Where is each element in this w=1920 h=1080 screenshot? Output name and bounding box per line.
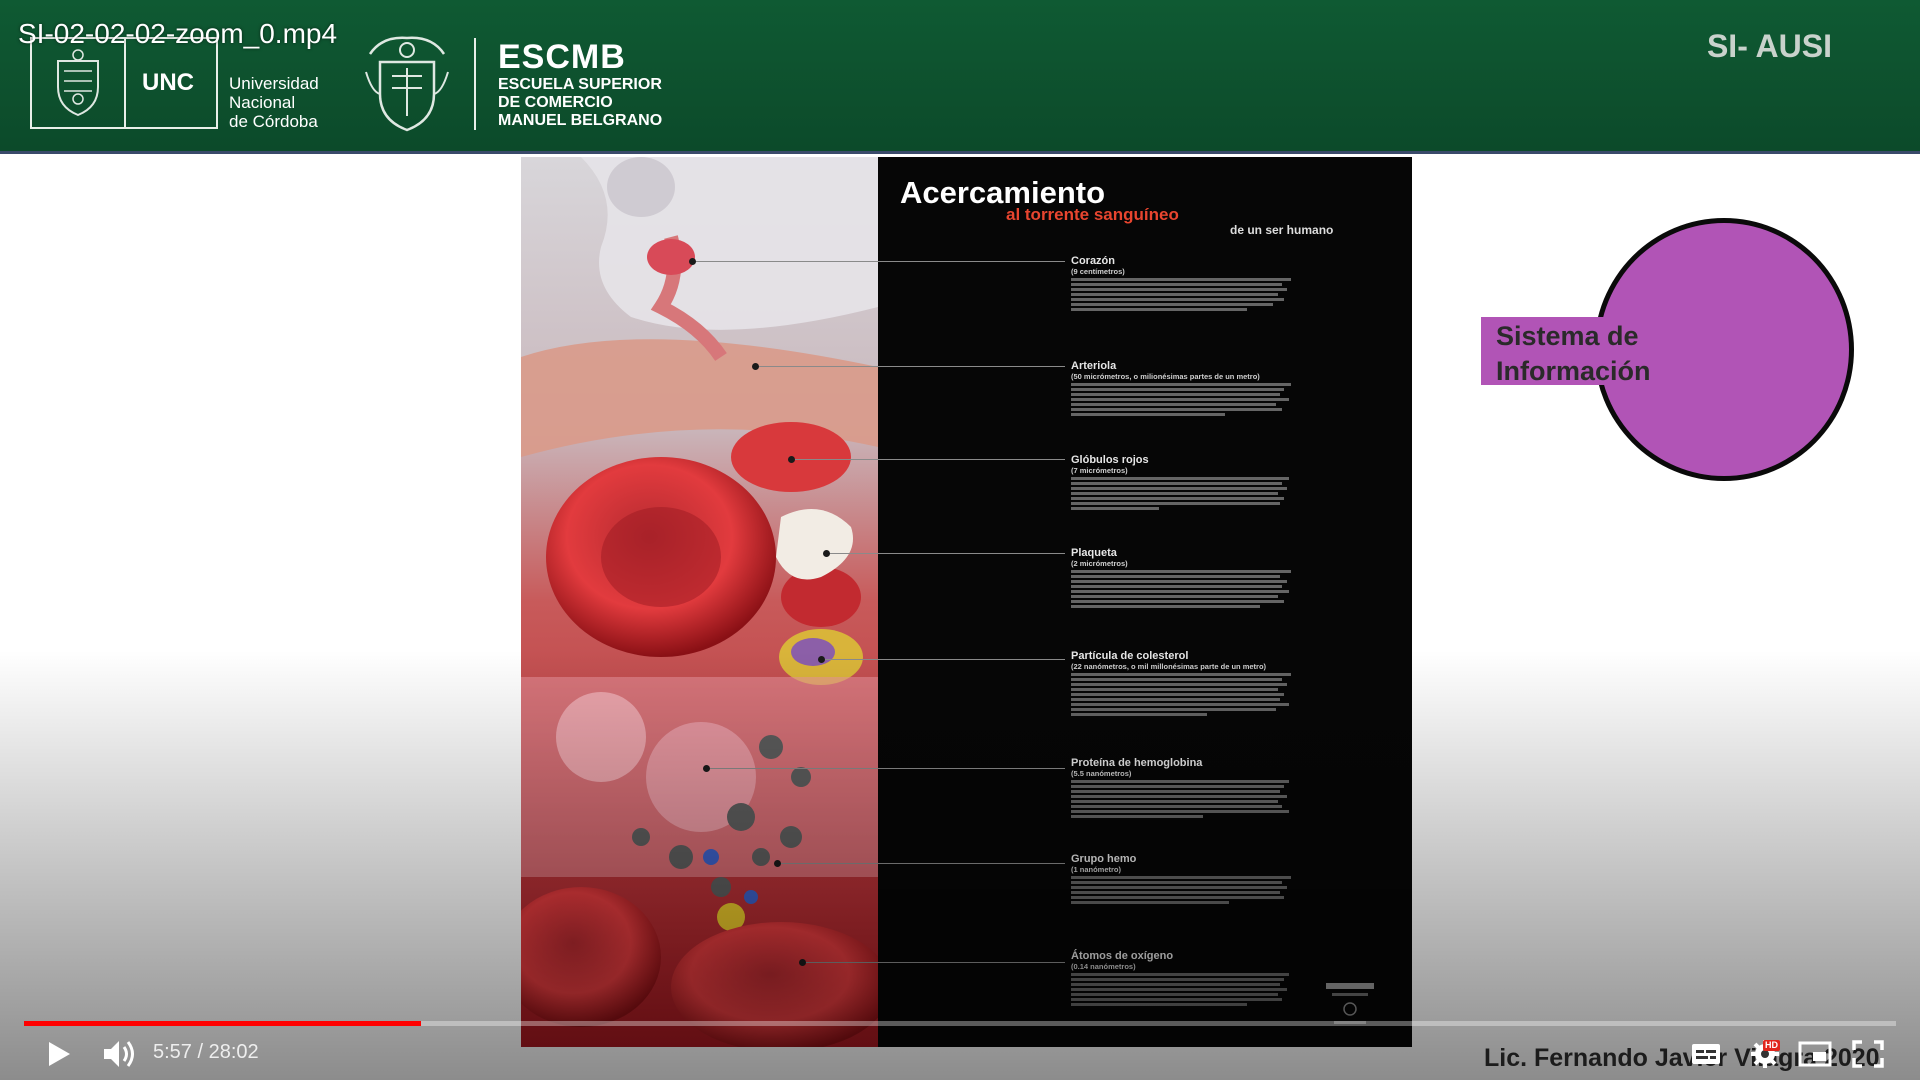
time-separator: / <box>191 1041 209 1063</box>
subtitles-icon[interactable] <box>1686 1036 1726 1072</box>
poster-leader-dot <box>799 959 806 966</box>
progress-bar-played <box>24 1021 421 1026</box>
poster-entry-text <box>1071 383 1291 416</box>
poster-entry-size: (0.14 nanómetros) <box>1071 962 1136 971</box>
escmb-subtitle: ESCUELA SUPERIOR DE COMERCIO MANUEL BELG… <box>498 76 663 129</box>
unc-logo: UNC <box>30 37 218 129</box>
poster-subtitle-secondary: de un ser humano <box>1230 223 1334 237</box>
poster-entry: Proteína de hemoglobina (5.5 nanómetros) <box>1071 757 1291 820</box>
duration: 28:02 <box>208 1041 259 1063</box>
poster-leader-dot <box>703 765 710 772</box>
poster-entry-size: (2 micrómetros) <box>1071 559 1128 568</box>
poster-entry-size: (7 micrómetros) <box>1071 466 1128 475</box>
poster-entry-heading: Glóbulos rojos <box>1071 454 1149 466</box>
poster-leader-dot <box>752 363 759 370</box>
poster-entry: Plaqueta (2 micrómetros) <box>1071 547 1291 610</box>
poster-entry-text <box>1071 973 1291 1006</box>
current-time: 5:57 <box>153 1041 192 1063</box>
poster-leader-line <box>802 962 1065 963</box>
video-player[interactable]: UNC Universidad Nacional de Córdoba ESCM… <box>0 0 1920 1080</box>
poster-entry: Grupo hemo (1 nanómetro) <box>1071 853 1291 906</box>
fullscreen-icon[interactable] <box>1848 1036 1888 1072</box>
poster-leader-dot <box>689 258 696 265</box>
play-icon[interactable] <box>40 1036 76 1072</box>
poster-entry-text <box>1071 477 1291 510</box>
poster-leader-line <box>826 553 1065 554</box>
video-title[interactable]: SI-02-02-02-zoom_0.mp4 <box>18 18 337 50</box>
progress-bar[interactable] <box>24 1021 1896 1026</box>
poster-leader-dot <box>818 656 825 663</box>
poster-leader-line <box>755 366 1065 367</box>
poster-text-panel: Acercamiento al torrente sanguíneo de un… <box>878 157 1412 1047</box>
poster-entry-heading: Partícula de colesterol <box>1071 650 1189 662</box>
poster-entry-size: (50 micrómetros, o milionésimas partes d… <box>1071 372 1260 381</box>
poster-entry-size: (1 nanómetro) <box>1071 865 1122 874</box>
time-display: 5:57 / 28:02 <box>153 1041 259 1064</box>
poster-entry: Partícula de colesterol (22 nanómetros, … <box>1071 650 1291 718</box>
poster-entry-heading: Grupo hemo <box>1071 853 1137 865</box>
escmb-crest-icon <box>365 36 449 132</box>
bloodstream-illustration <box>521 157 878 1047</box>
poster-entry-text <box>1071 570 1291 608</box>
poster-leader-dot <box>774 860 781 867</box>
poster-leader-line <box>791 459 1065 460</box>
poster-entry: Átomos de oxígeno (0.14 nanómetros) <box>1071 950 1291 1008</box>
poster-entry-text <box>1071 673 1291 716</box>
course-code: SI- AUSI <box>1706 28 1832 64</box>
poster-leader-line <box>692 261 1065 262</box>
bloodstream-poster: Acercamiento al torrente sanguíneo de un… <box>521 157 1412 1047</box>
poster-entry-size: (9 centímetros) <box>1071 267 1125 276</box>
poster-entry-heading: Corazón <box>1071 255 1115 267</box>
poster-leader-line <box>706 768 1065 769</box>
poster-entry-text <box>1071 780 1291 818</box>
unc-label: UNC <box>142 69 194 96</box>
poster-entry-text <box>1071 876 1291 904</box>
unc-crest-icon <box>57 49 99 117</box>
poster-entry: Corazón (9 centímetros) <box>1071 255 1291 313</box>
miniplayer-icon[interactable] <box>1795 1036 1835 1072</box>
escmb-divider <box>474 38 476 130</box>
poster-entry: Arteriola (50 micrómetros, o milionésima… <box>1071 360 1291 418</box>
volume-icon[interactable] <box>100 1036 140 1072</box>
poster-subtitle: al torrente sanguíneo <box>1006 205 1179 224</box>
poster-entry-size: (5.5 nanómetros) <box>1071 769 1132 778</box>
poster-entry-heading: Proteína de hemoglobina <box>1071 757 1203 769</box>
poster-entry-heading: Arteriola <box>1071 360 1117 372</box>
system-label: Sistema de Información <box>1496 321 1651 386</box>
poster-leader-line <box>821 659 1065 660</box>
poster-entry-heading: Plaqueta <box>1071 547 1117 559</box>
poster-entry-text <box>1071 278 1291 311</box>
unc-logo-divider <box>124 39 126 127</box>
poster-entry-heading: Átomos de oxígeno <box>1071 950 1174 962</box>
university-name: Universidad Nacional de Córdoba <box>229 74 319 131</box>
escmb-title: ESCMB <box>498 38 626 76</box>
poster-leader-line <box>777 863 1065 864</box>
poster-entry: Glóbulos rojos (7 micrómetros) <box>1071 454 1291 512</box>
hd-badge: HD <box>1763 1040 1780 1051</box>
poster-leader-dot <box>788 456 795 463</box>
poster-leader-dot <box>823 550 830 557</box>
poster-entry-size: (22 nanómetros, o mil millonésimas parte… <box>1071 662 1267 671</box>
